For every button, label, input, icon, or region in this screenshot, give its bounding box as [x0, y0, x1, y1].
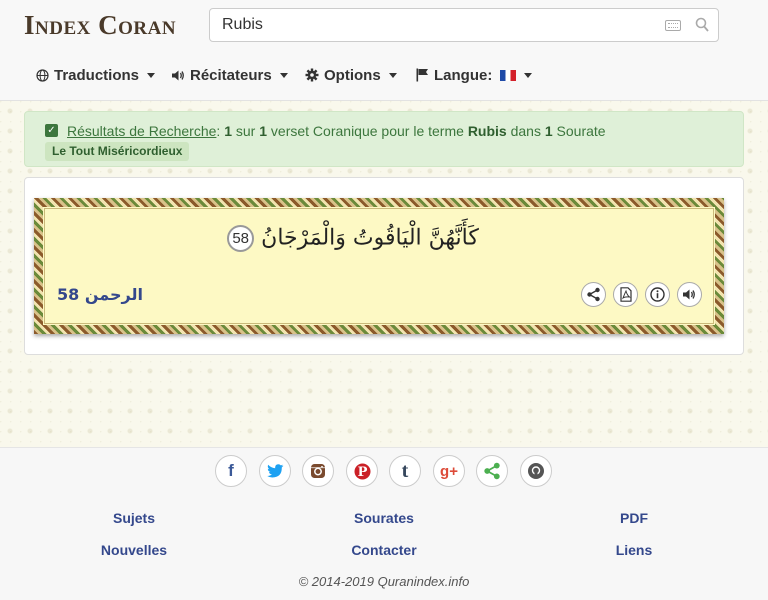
footer-link-sujets[interactable]: Sujets: [74, 510, 194, 526]
footer-link-contacter[interactable]: Contacter: [324, 542, 444, 558]
chevron-down-icon: [524, 72, 533, 78]
flag-icon: [416, 68, 428, 82]
chevron-down-icon: [147, 72, 156, 78]
surah-count: 1: [544, 123, 553, 139]
search-results-alert: ✓ Résultats de Recherche: 1 sur 1 verset…: [24, 111, 744, 167]
logo[interactable]: Index Coran: [24, 10, 176, 41]
copyright: © 2014-2019 Quranindex.info: [298, 574, 470, 589]
result-count: 1: [224, 123, 232, 139]
nav-options[interactable]: Options: [305, 60, 397, 90]
twitter-icon[interactable]: [259, 455, 291, 487]
verse-arabic: كَأَنَّهُنَّ الْيَاقُوتُ وَالْمَرْجَانُ …: [200, 225, 500, 252]
french-flag-icon: [500, 69, 517, 81]
info-icon: [650, 287, 665, 302]
footer-link-pdf[interactable]: PDF: [574, 510, 694, 526]
audio-button[interactable]: [677, 282, 702, 307]
info-button[interactable]: [645, 282, 670, 307]
search-box[interactable]: [209, 8, 719, 42]
chevron-down-icon: [388, 72, 397, 78]
share-button[interactable]: [581, 282, 606, 307]
results-link[interactable]: Résultats de Recherche: [67, 123, 216, 139]
header: Index Coran Traductions Récitateurs: [0, 0, 768, 101]
google-plus-icon[interactable]: g+: [433, 455, 465, 487]
pdf-icon: [619, 287, 632, 302]
verse-reference[interactable]: الرحمن 58: [57, 285, 143, 304]
verse-number: 58: [227, 225, 255, 252]
tumblr-icon[interactable]: t: [389, 455, 421, 487]
check-icon: ✓: [45, 124, 58, 137]
search-icon[interactable]: [695, 17, 709, 33]
volume-icon: [172, 70, 184, 80]
nav-options-label: Options: [324, 66, 381, 84]
nav-translations-label: Traductions: [54, 66, 140, 84]
svg-text:P: P: [357, 465, 367, 480]
pinterest-icon[interactable]: P: [346, 455, 378, 487]
globe-icon: [36, 68, 49, 82]
footer-link-sourates[interactable]: Sourates: [324, 510, 444, 526]
footer-link-liens[interactable]: Liens: [574, 542, 694, 558]
search-input[interactable]: [222, 16, 652, 34]
result-total: 1: [259, 123, 268, 139]
pdf-button[interactable]: [613, 282, 638, 307]
nav-translations[interactable]: Traductions: [36, 60, 156, 90]
github-icon[interactable]: [520, 455, 552, 487]
gear-icon: [305, 68, 319, 82]
surah-badge[interactable]: Le Tout Miséricordieux: [45, 142, 190, 161]
search-term: Rubis: [467, 123, 507, 139]
share-icon: [587, 287, 600, 302]
speaker-icon: [683, 289, 695, 300]
facebook-icon[interactable]: f: [215, 455, 247, 487]
nav-language[interactable]: Langue:: [416, 60, 533, 90]
share-icon[interactable]: [476, 455, 508, 487]
nav-reciters[interactable]: Récitateurs: [171, 60, 288, 90]
nav-language-label: Langue:: [434, 66, 493, 84]
instagram-icon[interactable]: [302, 455, 334, 487]
nav-reciters-label: Récitateurs: [190, 66, 272, 84]
verse-text: كَأَنَّهُنَّ الْيَاقُوتُ وَالْمَرْجَانُ: [261, 225, 479, 251]
footer-link-nouvelles[interactable]: Nouvelles: [74, 542, 194, 558]
results-summary: Résultats de Recherche: 1 sur 1 verset C…: [67, 123, 606, 139]
keyboard-icon[interactable]: [665, 20, 681, 31]
chevron-down-icon: [279, 72, 288, 78]
